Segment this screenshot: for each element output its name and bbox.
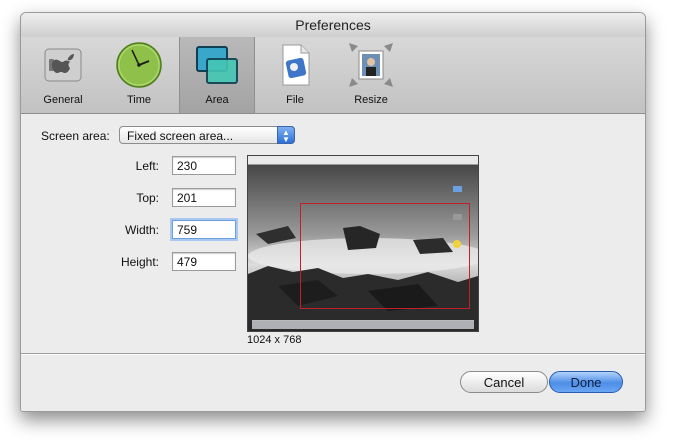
window-title: Preferences bbox=[21, 13, 645, 37]
toolbar-item-file[interactable]: File bbox=[257, 37, 333, 113]
toolbar-label-resize: Resize bbox=[354, 94, 388, 106]
toolbar-label-general: General bbox=[43, 94, 83, 106]
apple-switch-icon bbox=[44, 48, 82, 82]
toolbar-label-file: File bbox=[286, 94, 304, 106]
top-label: Top: bbox=[136, 191, 159, 205]
area-pane: Screen area: Fixed screen area... ▲ ▼ Lef… bbox=[21, 114, 645, 411]
toolbar-item-area[interactable]: Area bbox=[179, 37, 255, 113]
screen-area-popup-value: Fixed screen area... bbox=[127, 129, 234, 143]
preferences-toolbar: General Time Area File Resize bbox=[21, 37, 645, 114]
top-field[interactable]: 201 bbox=[172, 188, 236, 207]
divider bbox=[21, 353, 645, 354]
cancel-button[interactable]: Cancel bbox=[460, 371, 548, 393]
toolbar-item-time[interactable]: Time bbox=[101, 37, 177, 113]
preview-dock bbox=[252, 320, 474, 329]
width-label: Width: bbox=[124, 223, 159, 237]
toolbar-item-general[interactable]: General bbox=[25, 37, 101, 113]
done-button[interactable]: Done bbox=[549, 371, 623, 393]
left-label: Left: bbox=[135, 159, 159, 173]
clock-icon bbox=[116, 42, 162, 88]
height-label: Height: bbox=[120, 255, 159, 269]
toolbar-label-area: Area bbox=[205, 94, 229, 106]
preferences-window: Preferences General Time Area File Resiz… bbox=[20, 12, 646, 412]
left-field[interactable]: 230 bbox=[172, 156, 236, 175]
image-file-icon bbox=[282, 44, 310, 86]
screen-area-label: Screen area: bbox=[41, 129, 110, 143]
overlapping-windows-icon bbox=[196, 46, 238, 84]
screen-area-popup[interactable]: Fixed screen area... ▲ ▼ bbox=[119, 126, 295, 144]
screen-resolution-label: 1024 x 768 bbox=[247, 334, 302, 346]
preview-menubar bbox=[248, 156, 478, 165]
resize-photo-icon bbox=[349, 43, 393, 87]
selection-rectangle[interactable] bbox=[300, 203, 470, 309]
width-field[interactable]: 759 bbox=[172, 220, 236, 239]
toolbar-item-resize[interactable]: Resize bbox=[333, 37, 409, 113]
toolbar-label-time: Time bbox=[126, 94, 152, 106]
height-field[interactable]: 479 bbox=[172, 252, 236, 271]
screen-preview[interactable] bbox=[247, 155, 479, 332]
popup-arrows-icon: ▲ ▼ bbox=[277, 126, 295, 144]
